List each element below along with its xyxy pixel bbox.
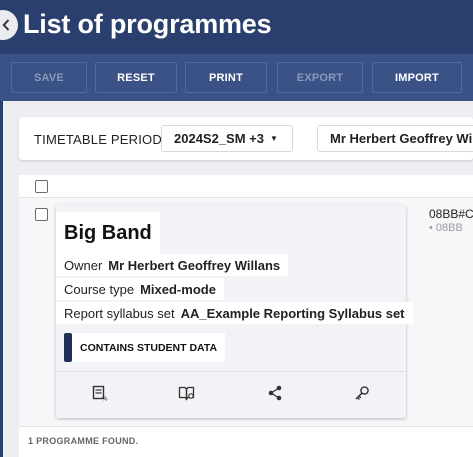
caret-down-icon: ▼ xyxy=(269,134,278,143)
back-chevron-icon xyxy=(2,19,10,31)
owner-row: Owner Mr Herbert Geoffrey Willans xyxy=(56,254,289,276)
book-view-icon[interactable] xyxy=(178,384,196,402)
programme-sub-item: • 08BB xyxy=(429,222,463,234)
row-checkbox[interactable] xyxy=(35,208,48,221)
owner-value: Mr Herbert Geoffrey Willans xyxy=(108,257,281,273)
select-all-checkbox[interactable] xyxy=(35,180,48,193)
footer-divider xyxy=(19,426,473,427)
programme-title: Big Band xyxy=(56,212,160,254)
report-percent-icon[interactable]: % xyxy=(91,384,109,402)
syllabus-row: Report syllabus set AA_Example Reporting… xyxy=(56,302,413,324)
app-header: List of programmes xyxy=(0,0,473,54)
course-type-label: Course type xyxy=(64,281,135,297)
syllabus-label: Report syllabus set xyxy=(64,305,175,321)
results-count: 1 PROGRAMME FOUND. xyxy=(28,436,139,446)
back-button[interactable] xyxy=(0,10,18,40)
owner-filter-value: Mr Herbert Geoffrey Willans xyxy=(330,131,473,146)
page-title: List of programmes xyxy=(23,9,272,39)
action-toolbar: SAVE RESET PRINT EXPORT IMPORT xyxy=(0,54,473,101)
programme-code: 08BB#C xyxy=(429,207,473,221)
key-icon[interactable] xyxy=(353,384,371,402)
print-button[interactable]: PRINT xyxy=(185,62,267,93)
timetable-period-select[interactable]: 2024S2_SM +3 ▼ xyxy=(161,125,293,152)
filter-bar: TIMETABLE PERIOD 2024S2_SM +3 ▼ Mr Herbe… xyxy=(19,117,473,160)
period-value: 2024S2_SM +3 xyxy=(174,131,264,146)
timetable-period-label: TIMETABLE PERIOD xyxy=(34,132,162,147)
student-data-badge: CONTAINS STUDENT DATA xyxy=(64,333,226,362)
course-type-value: Mixed-mode xyxy=(140,281,216,297)
syllabus-value: AA_Example Reporting Syllabus set xyxy=(180,305,405,321)
owner-select[interactable]: Mr Herbert Geoffrey Willans xyxy=(317,125,473,152)
owner-label: Owner xyxy=(64,257,103,273)
card-actions-divider xyxy=(56,371,406,372)
share-icon[interactable] xyxy=(266,384,284,402)
sub-item-text: 08BB xyxy=(435,222,463,234)
svg-text:%: % xyxy=(102,396,108,402)
export-button[interactable]: EXPORT xyxy=(277,62,363,93)
save-button[interactable]: SAVE xyxy=(11,62,87,93)
course-type-row: Course type Mixed-mode xyxy=(56,278,224,300)
reset-button[interactable]: RESET xyxy=(95,62,177,93)
import-button[interactable]: IMPORT xyxy=(372,62,462,93)
